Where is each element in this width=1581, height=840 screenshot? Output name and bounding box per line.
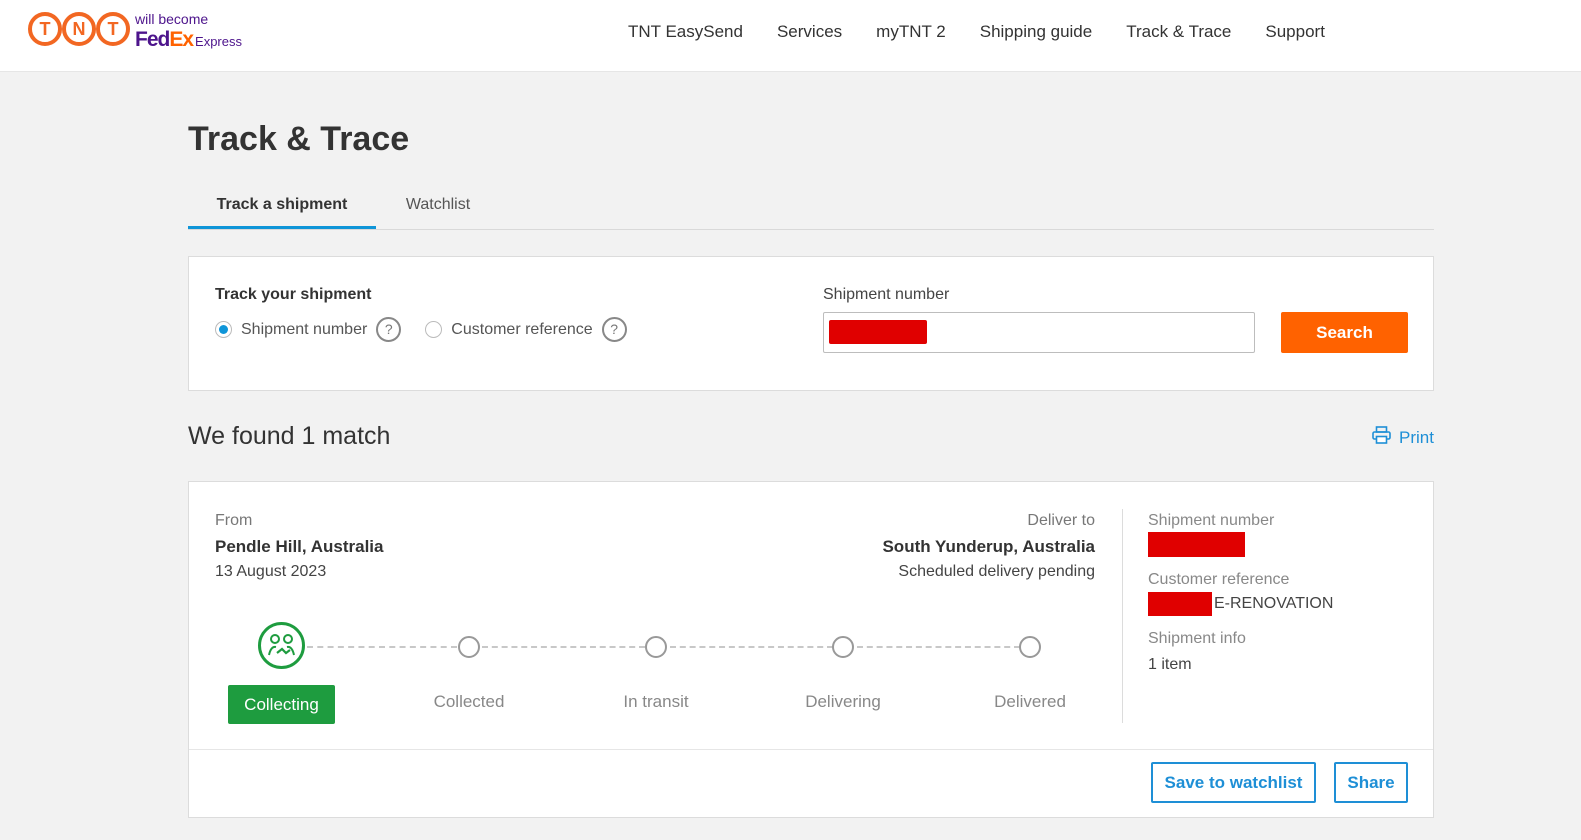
from-place: Pendle Hill, Australia <box>215 537 384 556</box>
fedex-ex: Ex <box>169 28 194 51</box>
tnt-logo-letter: T <box>96 12 130 46</box>
shipment-result-card: From Pendle Hill, Australia 13 August 20… <box>188 481 1434 818</box>
shipment-info-value: 1 item <box>1148 656 1192 673</box>
track-heading: Track your shipment <box>215 286 372 303</box>
search-button[interactable]: Search <box>1281 312 1408 353</box>
collecting-step-icon <box>258 622 305 669</box>
delivery-status: Scheduled delivery pending <box>898 563 1095 580</box>
shipment-number-field-label: Shipment number <box>823 286 950 303</box>
deliver-to-place: South Yunderup, Australia <box>882 537 1095 556</box>
step-dot-in-transit <box>645 636 667 658</box>
divider <box>1122 509 1123 723</box>
progress-line <box>670 646 833 648</box>
nav-support[interactable]: Support <box>1265 22 1325 42</box>
shipment-number-value <box>1148 532 1245 557</box>
nav-track-trace[interactable]: Track & Trace <box>1126 22 1231 42</box>
customer-reference-suffix: E-RENOVATION <box>1214 595 1334 612</box>
step-label-delivered: Delivered <box>994 692 1066 711</box>
fedex-express: Express <box>195 34 242 49</box>
shipment-info-label: Shipment info <box>1148 630 1246 647</box>
card-divider <box>189 749 1433 750</box>
tab-bar: Track a shipment Watchlist <box>188 186 1434 230</box>
redaction-mark <box>829 320 927 344</box>
nav-mytnt2[interactable]: myTNT 2 <box>876 22 946 42</box>
results-summary: We found 1 match <box>188 422 391 450</box>
step-label-collecting: Collecting <box>228 685 335 724</box>
fedex-wordmark: FedEx Express <box>135 28 242 52</box>
step-label-in-transit: In transit <box>623 692 689 711</box>
fedex-fed: Fed <box>135 28 170 51</box>
tab-track-shipment[interactable]: Track a shipment <box>188 186 376 229</box>
deliver-to-label: Deliver to <box>1027 512 1095 529</box>
logo-tagline: will become <box>135 11 209 27</box>
print-label: Print <box>1399 427 1434 447</box>
tnt-logo-mark: T N T <box>28 12 130 46</box>
redaction-mark <box>1148 592 1212 616</box>
step-dot-collected <box>458 636 480 658</box>
page-title: Track & Trace <box>188 120 410 158</box>
tnt-logo-letter: N <box>62 12 96 46</box>
customer-reference-label: Customer reference <box>1148 571 1290 588</box>
print-link[interactable]: Print <box>1372 426 1434 449</box>
step-label-collected: Collected <box>433 692 505 711</box>
customer-reference-value: E-RENOVATION <box>1148 592 1333 616</box>
step-dot-delivering <box>832 636 854 658</box>
progress-tracker: Collecting Collected In transit Deliveri… <box>215 622 1095 732</box>
tnt-fedex-logo[interactable]: T N T will become FedEx Express <box>28 10 268 60</box>
tab-watchlist[interactable]: Watchlist <box>388 186 488 229</box>
radio-shipment-number[interactable] <box>215 321 232 338</box>
help-icon[interactable]: ? <box>376 317 402 342</box>
progress-line <box>307 646 457 648</box>
main-nav: TNT EasySend Services myTNT 2 Shipping g… <box>628 22 1359 42</box>
from-date: 13 August 2023 <box>215 563 327 580</box>
printer-icon <box>1372 426 1391 449</box>
radio-customer-reference[interactable] <box>425 321 443 338</box>
search-type-options: Shipment number ? Customer reference ? <box>215 317 627 342</box>
shipment-number-input[interactable] <box>823 312 1255 353</box>
step-dot-delivered <box>1019 636 1041 658</box>
redaction-mark <box>1148 532 1245 557</box>
share-button[interactable]: Share <box>1334 762 1408 803</box>
nav-tnt-easysend[interactable]: TNT EasySend <box>628 22 743 42</box>
step-label-delivering: Delivering <box>805 692 881 711</box>
nav-shipping-guide[interactable]: Shipping guide <box>980 22 1092 42</box>
shipment-number-label: Shipment number <box>1148 512 1275 529</box>
nav-services[interactable]: Services <box>777 22 842 42</box>
tnt-logo-letter: T <box>28 12 62 46</box>
radio-customer-reference-label[interactable]: Customer reference <box>451 321 592 339</box>
search-card: Track your shipment Shipment number ? Cu… <box>188 256 1434 391</box>
radio-shipment-number-label[interactable]: Shipment number <box>241 321 367 339</box>
progress-line <box>857 646 1020 648</box>
save-to-watchlist-button[interactable]: Save to watchlist <box>1151 762 1316 803</box>
top-bar: T N T will become FedEx Express TNT EasyS… <box>0 0 1581 72</box>
progress-line <box>482 646 645 648</box>
from-label: From <box>215 512 253 529</box>
help-icon[interactable]: ? <box>601 317 627 342</box>
